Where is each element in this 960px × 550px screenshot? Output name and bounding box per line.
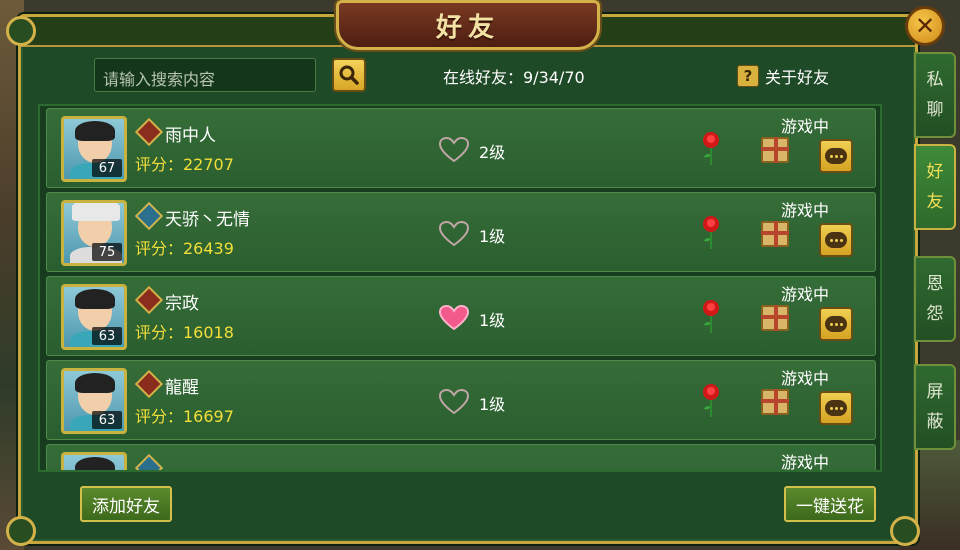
title-plaque: 好友 xyxy=(336,0,600,50)
class-icon xyxy=(134,285,164,315)
corner-ornament-top-left xyxy=(6,16,36,46)
rose-icon[interactable] xyxy=(699,383,723,419)
friend-level: 75 xyxy=(92,243,122,261)
chat-button[interactable] xyxy=(819,391,853,425)
friend-score: 评分：16018 xyxy=(135,323,234,342)
chat-button[interactable] xyxy=(819,139,853,173)
avatar[interactable]: 63 xyxy=(61,284,127,350)
corner-ornament-bottom-left xyxy=(6,516,36,546)
friend-row[interactable]: 63 龍醒 评分：16697 1级 游戏中 xyxy=(46,360,876,440)
about-friends-label: 关于好友 xyxy=(765,68,830,87)
tab-blocked[interactable]: 屏 蔽 xyxy=(914,364,956,450)
friend-name: 宗政 xyxy=(165,294,199,314)
online-status: 游戏中 xyxy=(781,201,830,220)
avatar[interactable]: 63 xyxy=(61,368,127,434)
class-icon xyxy=(134,369,164,399)
avatar[interactable] xyxy=(61,452,127,470)
window-title: 好友 xyxy=(435,12,500,43)
friend-score: 评分：16697 xyxy=(135,407,234,426)
send-flowers-label: 一键送花 xyxy=(796,496,864,517)
heart-outline-icon xyxy=(439,221,469,247)
tab-private-chat[interactable]: 私 聊 xyxy=(914,52,956,138)
avatar[interactable]: 75 xyxy=(61,200,127,266)
search-button[interactable] xyxy=(332,58,366,92)
chat-button[interactable] xyxy=(819,223,853,257)
heart-outline-icon xyxy=(439,389,469,415)
friend-name: 天骄丶无情 xyxy=(165,210,250,230)
rose-icon[interactable] xyxy=(699,299,723,335)
add-friend-button[interactable]: 添加好友 xyxy=(80,486,172,522)
tab-label: 屏 xyxy=(926,382,944,402)
tab-label: 友 xyxy=(926,192,944,212)
chat-bubble-icon xyxy=(825,148,847,164)
chat-bubble-icon xyxy=(825,316,847,332)
friend-level: 63 xyxy=(92,411,122,429)
close-x-icon: ✕ xyxy=(914,12,936,40)
avatar[interactable]: 67 xyxy=(61,116,127,182)
intimacy-level: 1级 xyxy=(479,311,506,330)
close-button[interactable]: ✕ xyxy=(905,6,945,46)
tab-grudges[interactable]: 恩 怨 xyxy=(914,256,956,342)
online-status: 游戏中 xyxy=(781,453,830,472)
friend-score: 评分：22707 xyxy=(135,155,234,174)
friend-list[interactable]: 67 雨中人 评分：22707 2级 游戏中 75 天骄丶无情 评分：26439 xyxy=(38,104,882,472)
tab-label: 蔽 xyxy=(926,412,944,432)
online-status: 游戏中 xyxy=(781,369,830,388)
question-mark-icon: ? xyxy=(737,65,759,87)
intimacy-level: 2级 xyxy=(479,143,506,162)
tab-label: 好 xyxy=(926,162,944,182)
friend-row[interactable]: 67 雨中人 评分：22707 2级 游戏中 xyxy=(46,108,876,188)
tab-label: 聊 xyxy=(926,100,944,120)
send-flowers-button[interactable]: 一键送花 xyxy=(784,486,876,522)
rose-icon[interactable] xyxy=(699,215,723,251)
about-friends-button[interactable]: ? 关于好友 xyxy=(737,64,829,88)
friend-row[interactable]: 游戏中 xyxy=(46,444,876,472)
friend-score: 评分：26439 xyxy=(135,239,234,258)
class-icon xyxy=(134,117,164,147)
online-status: 游戏中 xyxy=(781,117,830,136)
tab-friends[interactable]: 好 友 xyxy=(914,144,956,230)
friend-level: 63 xyxy=(92,327,122,345)
gift-icon[interactable] xyxy=(761,221,789,247)
intimacy-level: 1级 xyxy=(479,227,506,246)
friend-name: 雨中人 xyxy=(165,126,216,146)
class-icon xyxy=(134,453,164,470)
gift-icon[interactable] xyxy=(761,137,789,163)
friend-name: 龍醒 xyxy=(165,378,199,398)
tab-label: 私 xyxy=(926,70,944,90)
rose-icon[interactable] xyxy=(699,131,723,167)
chat-bubble-icon xyxy=(825,232,847,248)
friend-row[interactable]: 75 天骄丶无情 评分：26439 1级 游戏中 xyxy=(46,192,876,272)
search-input[interactable]: 请输入搜索内容 xyxy=(94,58,316,92)
chat-button[interactable] xyxy=(819,307,853,341)
friend-row[interactable]: 63 宗政 评分：16018 1级 游戏中 xyxy=(46,276,876,356)
tab-label: 怨 xyxy=(926,304,944,324)
add-friend-label: 添加好友 xyxy=(92,496,160,517)
chat-bubble-icon xyxy=(825,400,847,416)
heart-filled-icon xyxy=(439,305,469,331)
search-placeholder: 请输入搜索内容 xyxy=(103,70,216,89)
class-icon xyxy=(134,201,164,231)
gift-icon[interactable] xyxy=(761,389,789,415)
online-status: 游戏中 xyxy=(781,285,830,304)
heart-outline-icon xyxy=(439,137,469,163)
gift-icon[interactable] xyxy=(761,305,789,331)
corner-ornament-bottom-right xyxy=(890,516,920,546)
intimacy-level: 1级 xyxy=(479,395,506,414)
search-icon xyxy=(339,65,359,85)
friend-level: 67 xyxy=(92,159,122,177)
tab-label: 恩 xyxy=(926,274,944,294)
online-friends-count: 在线好友：9/34/70 xyxy=(443,68,585,87)
